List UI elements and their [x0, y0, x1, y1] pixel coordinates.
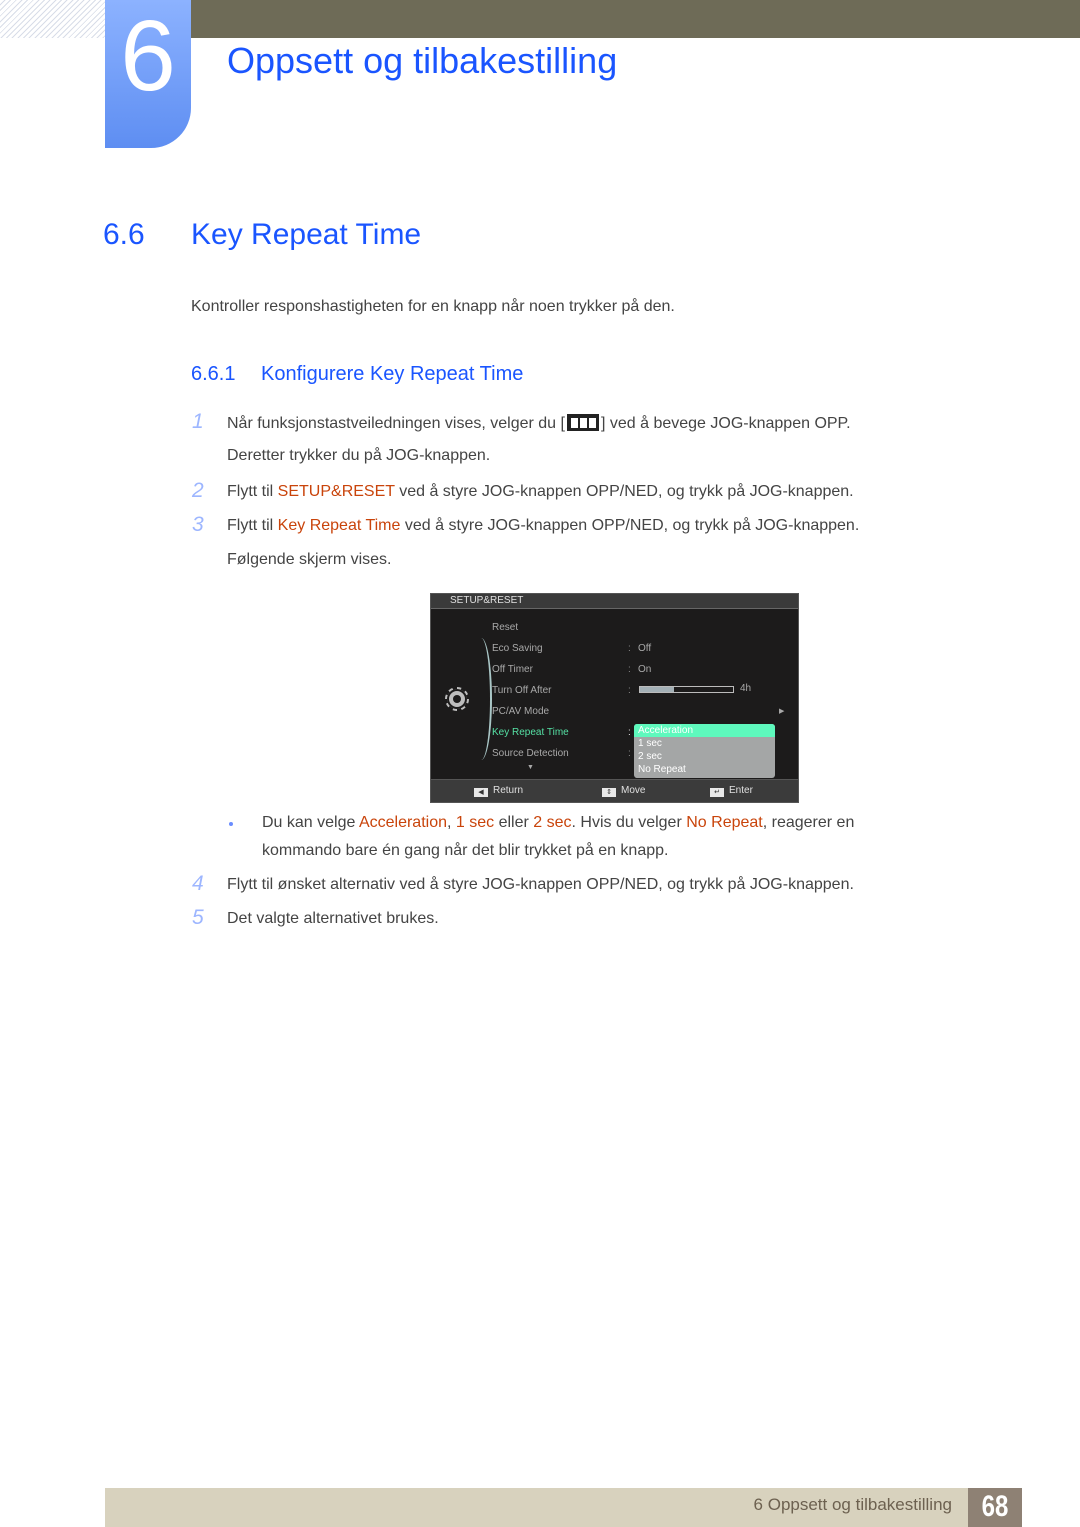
osd-item-off-timer[interactable]: Off Timer — [492, 664, 533, 675]
footer-gap — [1022, 1488, 1080, 1527]
step-text-post: ved å styre JOG-knappen OPP/NED, og tryk… — [394, 483, 854, 500]
osd-footer: ◀ Return ⇕ Move ↵ Enter — [431, 779, 798, 802]
osd-item-pc-av-mode[interactable]: PC/AV Mode — [492, 706, 549, 717]
osd-value-turn-off-after: 4h — [740, 683, 752, 694]
osd-item-key-repeat-time[interactable]: Key Repeat Time — [492, 727, 569, 738]
osd-value-off-timer: On — [638, 664, 652, 675]
page-number: 68 — [981, 1490, 1009, 1523]
osd-colon: : — [628, 748, 631, 759]
highlight-no-repeat: No Repeat — [686, 814, 763, 831]
section-number: 6.6 — [103, 218, 145, 251]
arrow-down-icon: ▼ — [527, 764, 534, 771]
osd-move-label: Move — [621, 785, 646, 796]
osd-value-eco-saving: Off — [638, 643, 652, 654]
chapter-number-tab: 6 — [105, 0, 191, 148]
move-key-icon: ⇕ — [602, 788, 616, 797]
note-text: Du kan velge Acceleration, 1 sec eller 2… — [262, 814, 854, 832]
subsection-number: 6.6.1 — [191, 363, 236, 385]
osd-turn-off-after-slider[interactable] — [639, 686, 734, 693]
note-text-part: . Hvis du velger — [571, 814, 687, 831]
section-intro: Kontroller responshastigheten for en kna… — [191, 298, 675, 315]
step-text-post: ] ved å bevege JOG-knappen OPP. — [600, 415, 851, 432]
osd-move-hint: ⇕ Move — [602, 785, 645, 797]
osd-option-1-sec[interactable]: 1 sec — [634, 737, 775, 750]
enter-key-icon: ↵ — [710, 788, 724, 797]
osd-option-2-sec[interactable]: 2 sec — [634, 750, 775, 763]
header-hatch-decoration — [0, 0, 105, 38]
osd-return-hint: ◀ Return — [474, 785, 523, 797]
osd-colon: : — [628, 727, 631, 738]
osd-colon: : — [628, 685, 631, 696]
osd-return-label: Return — [493, 785, 524, 796]
step-text: Flytt til Key Repeat Time ved å styre JO… — [227, 517, 859, 535]
step-text: Det valgte alternativet brukes. — [227, 910, 439, 927]
page-number-box: 68 — [968, 1488, 1022, 1527]
step-text-pre: Flytt til — [227, 483, 278, 500]
note-text-part: , reagerer en — [762, 814, 855, 831]
return-key-icon: ◀ — [474, 788, 488, 797]
step-text: Flytt til SETUP&RESET ved å styre JOG-kn… — [227, 483, 854, 501]
osd-item-source-detection[interactable]: Source Detection — [492, 748, 569, 759]
osd-item-turn-off-after[interactable]: Turn Off After — [492, 685, 551, 696]
section-title: Key Repeat Time — [191, 218, 422, 251]
note-text-part: eller — [494, 814, 534, 831]
step-text-pre: Flytt til — [227, 517, 278, 534]
gear-icon — [445, 687, 469, 711]
highlight-1-sec: 1 sec — [455, 814, 495, 831]
step-text: Flytt til ønsket alternativ ved å styre … — [227, 876, 854, 893]
note-text-continuation: kommando bare én gang når det blir trykk… — [262, 842, 669, 859]
osd-item-eco-saving[interactable]: Eco Saving — [492, 643, 543, 654]
osd-menu-screenshot: SETUP&RESET Reset Eco Saving : Off Off T… — [430, 593, 799, 803]
menu-icon — [566, 414, 599, 431]
osd-enter-label: Enter — [729, 785, 753, 796]
step-number: 4 — [192, 872, 204, 895]
arrow-right-icon: ▶ — [779, 708, 785, 715]
osd-slider-fill — [640, 687, 675, 692]
step-number: 1 — [192, 410, 204, 433]
step-number: 2 — [192, 479, 204, 502]
header-bar — [190, 0, 1080, 38]
osd-enter-hint: ↵ Enter — [710, 785, 753, 797]
step-number: 3 — [192, 513, 204, 536]
osd-option-no-repeat[interactable]: No Repeat — [634, 763, 775, 776]
step-text: Når funksjonstastveiledningen vises, vel… — [227, 414, 851, 433]
osd-header: SETUP&RESET — [431, 594, 798, 609]
step-text-pre: Når funksjonstastveiledningen vises, vel… — [227, 415, 565, 432]
subsection-title: Konfigurere Key Repeat Time — [261, 363, 524, 385]
highlight-acceleration: Acceleration — [358, 814, 447, 831]
note-text-part: , — [447, 814, 456, 831]
highlight-setup-reset: SETUP&RESET — [277, 483, 395, 500]
osd-key-repeat-dropdown[interactable]: Acceleration 1 sec 2 sec No Repeat — [634, 724, 775, 778]
osd-arc-decoration — [474, 638, 492, 760]
step-text-continuation: Deretter trykker du på JOG-knappen. — [227, 447, 491, 464]
step-number: 5 — [192, 906, 204, 929]
osd-colon: : — [628, 664, 631, 675]
footer-chapter-label: 6 Oppsett og tilbakestilling — [753, 1495, 952, 1514]
chapter-number: 6 — [120, 0, 176, 112]
osd-title: SETUP&RESET — [450, 595, 524, 606]
highlight-key-repeat-time: Key Repeat Time — [277, 517, 401, 534]
osd-option-acceleration[interactable]: Acceleration — [634, 724, 775, 737]
osd-item-reset[interactable]: Reset — [492, 622, 518, 633]
bullet-icon — [229, 822, 233, 826]
step-text-post: ved å styre JOG-knappen OPP/NED, og tryk… — [400, 517, 860, 534]
note-text-part: Du kan velge — [262, 814, 359, 831]
osd-colon: : — [628, 643, 631, 654]
chapter-title: Oppsett og tilbakestilling — [227, 40, 618, 81]
highlight-2-sec: 2 sec — [533, 814, 572, 831]
step-text-continuation: Følgende skjerm vises. — [227, 551, 392, 568]
